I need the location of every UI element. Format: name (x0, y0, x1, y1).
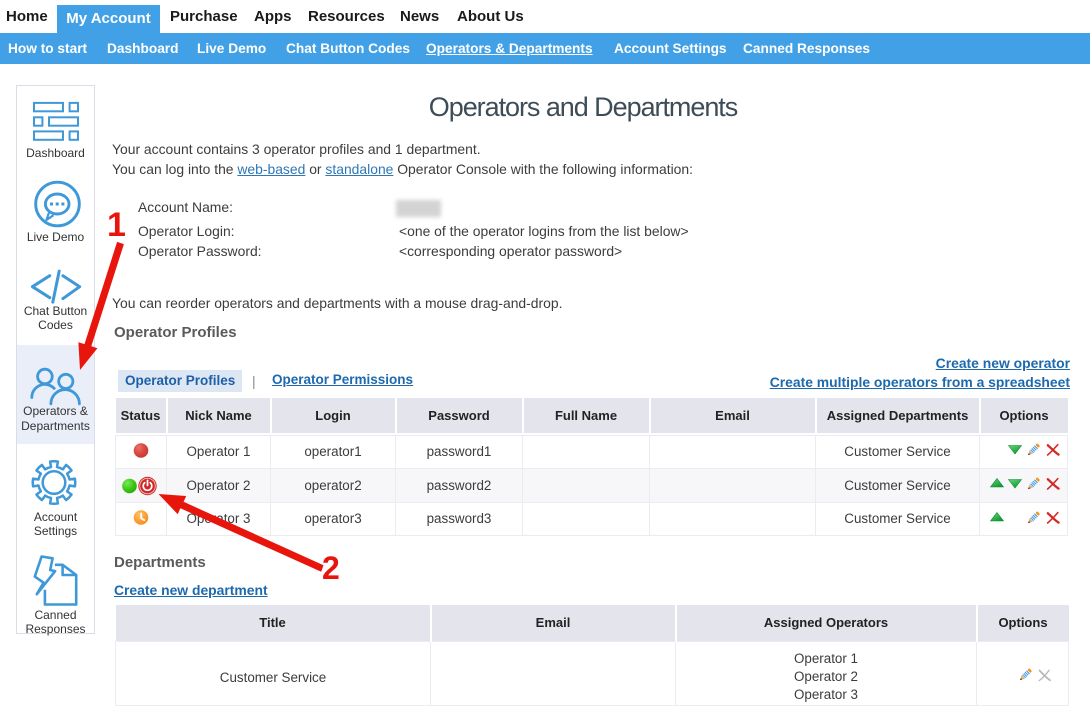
svg-text:2: 2 (322, 550, 340, 586)
svg-text:1: 1 (107, 206, 126, 244)
